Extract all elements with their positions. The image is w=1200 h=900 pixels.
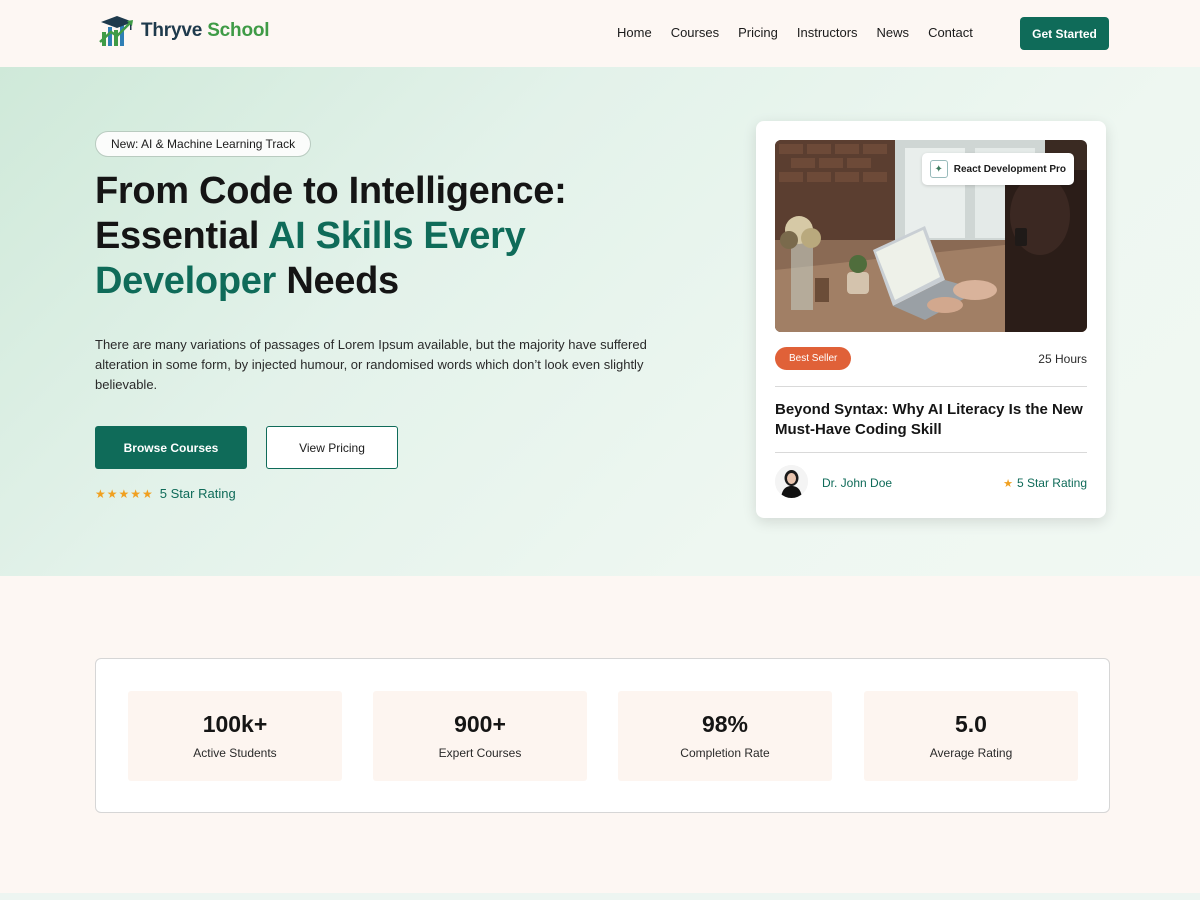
- view-pricing-button[interactable]: View Pricing: [266, 426, 398, 469]
- instructor-name[interactable]: Dr. John Doe: [822, 476, 892, 490]
- rating-text: 5 Star Rating: [159, 486, 236, 501]
- person-avatar-icon: [775, 465, 808, 498]
- hero-headline: From Code to Intelligence: Essential AI …: [95, 169, 655, 304]
- react-logo-icon: ✦: [929, 160, 948, 178]
- headline-highlight2: Developer: [95, 260, 277, 302]
- stat-card: 100k+ Active Students: [128, 691, 342, 781]
- brand-name: Thryve School: [141, 20, 270, 42]
- headline-line1: From Code to Intelligence:: [95, 170, 567, 212]
- hero-description: There are many variations of passages of…: [95, 337, 647, 392]
- stat-label: Active Students: [193, 746, 277, 760]
- stat-card: 5.0 Average Rating: [864, 691, 1078, 781]
- stat-label: Average Rating: [929, 746, 1013, 760]
- headline-highlight1: AI Skills Every: [268, 215, 526, 257]
- next-section-edge: [0, 893, 1200, 900]
- stat-label: Expert Courses: [438, 746, 522, 760]
- course-rating: ★ 5 Star Rating: [1003, 476, 1087, 490]
- nav-pricing[interactable]: Pricing: [738, 25, 778, 40]
- course-tag-label: React Development Pro: [953, 163, 1066, 175]
- nav-home[interactable]: Home: [617, 25, 652, 40]
- stat-label: Completion Rate: [680, 746, 770, 760]
- instructor-avatar: [775, 465, 808, 498]
- site-header: Thryve School Home Courses Pricing Instr…: [0, 0, 1200, 67]
- stat-card: 900+ Expert Courses: [373, 691, 587, 781]
- best-seller-badge: Best Seller: [775, 347, 852, 370]
- nav-instructors[interactable]: Instructors: [797, 25, 858, 40]
- browse-courses-button[interactable]: Browse Courses: [95, 426, 247, 469]
- headline-line2a: Essential: [95, 215, 269, 257]
- nav-courses[interactable]: Courses: [671, 25, 719, 40]
- hero-rating: ★★★★★ 5 Star Rating: [95, 486, 236, 501]
- hero-section: New: AI & Machine Learning Track From Co…: [0, 67, 1200, 576]
- stat-card: 98% Completion Rate: [618, 691, 832, 781]
- new-track-pill[interactable]: New: AI & Machine Learning Track: [95, 131, 312, 157]
- course-rating-text: 5 Star Rating: [1016, 476, 1087, 490]
- divider: [775, 386, 1087, 387]
- nav-contact[interactable]: Contact: [928, 25, 973, 40]
- get-started-button[interactable]: Get Started: [1020, 17, 1109, 50]
- star-icons: ★★★★★: [95, 486, 154, 501]
- course-image: ✦ React Development Pro: [775, 140, 1087, 332]
- main-nav: Home Courses Pricing Instructors News Co…: [617, 25, 973, 40]
- stat-value: 5.0: [955, 711, 987, 737]
- stat-value: 100k+: [202, 711, 268, 737]
- logo[interactable]: Thryve School: [97, 14, 270, 48]
- brand-name-part2: School: [207, 20, 270, 41]
- stats-section: 100k+ Active Students 900+ Expert Course…: [95, 658, 1110, 813]
- headline-line3b: Needs: [276, 260, 399, 302]
- course-card[interactable]: ✦ React Development Pro Best Seller 25 H…: [756, 121, 1106, 518]
- stat-value: 98%: [701, 711, 749, 737]
- divider: [775, 452, 1087, 453]
- stat-value: 900+: [454, 711, 506, 737]
- graduation-cap-chart-icon: [99, 16, 133, 46]
- course-title[interactable]: Beyond Syntax: Why AI Literacy Is the Ne…: [775, 400, 1087, 440]
- course-tag: ✦ React Development Pro: [921, 153, 1074, 185]
- nav-news[interactable]: News: [877, 25, 910, 40]
- course-hours: 25 Hours: [1038, 352, 1087, 366]
- star-icon: ★: [1003, 477, 1013, 490]
- brand-name-part1: Thryve: [141, 20, 203, 41]
